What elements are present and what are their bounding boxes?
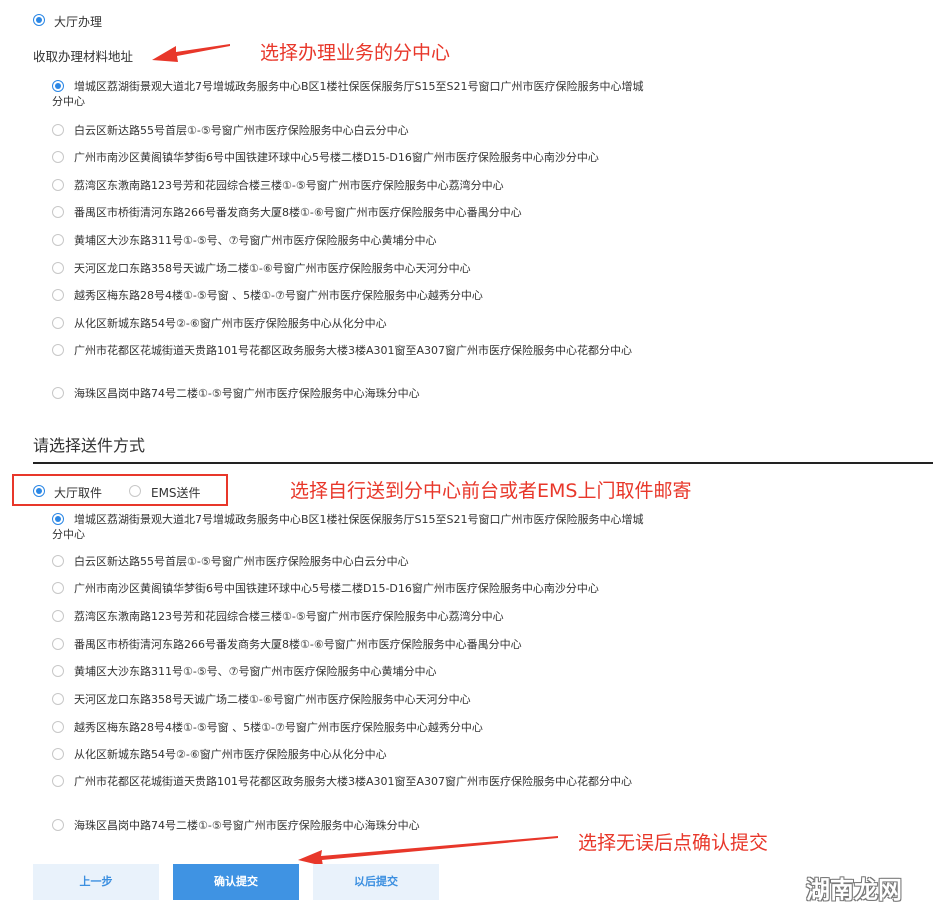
address-text: 天河区龙口东路358号天诚广场二楼①-⑥号窗广州市医疗保险服务中心天河分中心 (74, 693, 471, 706)
address-text: 增城区荔湖街景观大道北7号增城政务服务中心B区1楼社保医保服务厅S15至S21号… (52, 80, 644, 108)
address-text: 番禺区市桥街清河东路266号番发商务大厦8楼①-⑥号窗广州市医疗保险服务中心番禺… (74, 206, 522, 219)
address-text: 广州市花都区花城街道天贵路101号花都区政务服务大楼3楼A301窗至A307窗广… (74, 775, 633, 788)
address-radio[interactable] (52, 179, 64, 191)
address-radio[interactable] (52, 387, 64, 399)
address-radio[interactable] (52, 638, 64, 650)
annotation-arrow-1 (152, 44, 230, 62)
delivery-hall-label: 大厅取件 (54, 486, 103, 500)
address-text: 广州市南沙区黄阁镇华梦街6号中国铁建环球中心5号楼二楼D15-D16窗广州市医疗… (74, 582, 599, 595)
address-text: 广州市花都区花城街道天贵路101号花都区政务服务大楼3楼A301窗至A307窗广… (74, 344, 633, 357)
address-radio[interactable] (52, 206, 64, 218)
delivery-method-hall[interactable]: 大厅取件 (33, 484, 123, 500)
address-section-label: 收取办理材料地址 (33, 49, 134, 64)
address-text: 越秀区梅东路28号4楼①-⑤号窗 、5楼①-⑦号窗广州市医疗保险服务中心越秀分中… (74, 721, 483, 734)
address-text: 越秀区梅东路28号4楼①-⑤号窗 、5楼①-⑦号窗广州市医疗保险服务中心越秀分中… (74, 289, 483, 302)
delivery-hall-radio[interactable] (33, 485, 45, 497)
address-text: 增城区荔湖街景观大道北7号增城政务服务中心B区1楼社保医保服务厅S15至S21号… (52, 513, 644, 541)
annotation-choose-center: 选择办理业务的分中心 (260, 42, 451, 64)
address-text: 天河区龙口东路358号天诚广场二楼①-⑥号窗广州市医疗保险服务中心天河分中心 (74, 262, 471, 275)
address-text: 荔湾区东漖南路123号芳和花园综合楼三楼①-⑤号窗广州市医疗保险服务中心荔湾分中… (74, 179, 504, 192)
address-text: 白云区新达路55号首层①-⑤号窗广州市医疗保险服务中心白云分中心 (74, 124, 409, 137)
delivery-section-title: 请选择送件方式 (33, 436, 146, 455)
address-text: 白云区新达路55号首层①-⑤号窗广州市医疗保险服务中心白云分中心 (74, 555, 409, 568)
delivery-ems-label: EMS送件 (151, 486, 201, 500)
address-radio[interactable] (52, 289, 64, 301)
address-text: 从化区新城东路54号②-⑥窗广州市医疗保险服务中心从化分中心 (74, 748, 387, 761)
address-radio[interactable] (52, 124, 64, 136)
annotation-choose-delivery: 选择自行送到分中心前台或者EMS上门取件邮寄 (290, 480, 692, 502)
address-radio[interactable] (52, 151, 64, 163)
annotation-arrow-3 (298, 836, 558, 866)
submit-later-button[interactable]: 以后提交 (313, 864, 439, 900)
address-radio[interactable] (52, 693, 64, 705)
hall-option-radio[interactable] (33, 14, 45, 26)
address-text: 广州市南沙区黄阁镇华梦街6号中国铁建环球中心5号楼二楼D15-D16窗广州市医疗… (74, 151, 599, 164)
address-text: 番禺区市桥街清河东路266号番发商务大厦8楼①-⑥号窗广州市医疗保险服务中心番禺… (74, 638, 522, 651)
address-text: 海珠区昌岗中路74号二楼①-⑤号窗广州市医疗保险服务中心海珠分中心 (74, 819, 420, 832)
address-radio[interactable] (52, 234, 64, 246)
address-radio[interactable] (52, 262, 64, 274)
delivery-method-ems[interactable]: EMS送件 (129, 484, 219, 500)
address-text: 黄埔区大沙东路311号①-⑤号、⑦号窗广州市医疗保险服务中心黄埔分中心 (74, 234, 437, 247)
address-radio[interactable] (52, 721, 64, 733)
delivery-ems-radio[interactable] (129, 485, 141, 497)
watermark: 湖南龙网 (806, 876, 902, 904)
address-radio[interactable] (52, 555, 64, 567)
hall-option-label: 大厅办理 (54, 15, 103, 29)
address-radio[interactable] (52, 748, 64, 760)
prev-step-button[interactable]: 上一步 (33, 864, 159, 900)
annotation-confirm-submit: 选择无误后点确认提交 (578, 832, 769, 854)
address-text: 从化区新城东路54号②-⑥窗广州市医疗保险服务中心从化分中心 (74, 317, 387, 330)
address-radio[interactable] (52, 317, 64, 329)
address-radio[interactable] (52, 582, 64, 594)
address-text: 黄埔区大沙东路311号①-⑤号、⑦号窗广州市医疗保险服务中心黄埔分中心 (74, 665, 437, 678)
hall-option[interactable]: 大厅办理 (33, 13, 153, 29)
address-radio[interactable] (52, 665, 64, 677)
address-text: 海珠区昌岗中路74号二楼①-⑤号窗广州市医疗保险服务中心海珠分中心 (74, 387, 420, 400)
section-divider (33, 462, 933, 464)
address-radio[interactable] (52, 819, 64, 831)
confirm-submit-button[interactable]: 确认提交 (173, 864, 299, 900)
address-radio[interactable] (52, 610, 64, 622)
address-text: 荔湾区东漖南路123号芳和花园综合楼三楼①-⑤号窗广州市医疗保险服务中心荔湾分中… (74, 610, 504, 623)
